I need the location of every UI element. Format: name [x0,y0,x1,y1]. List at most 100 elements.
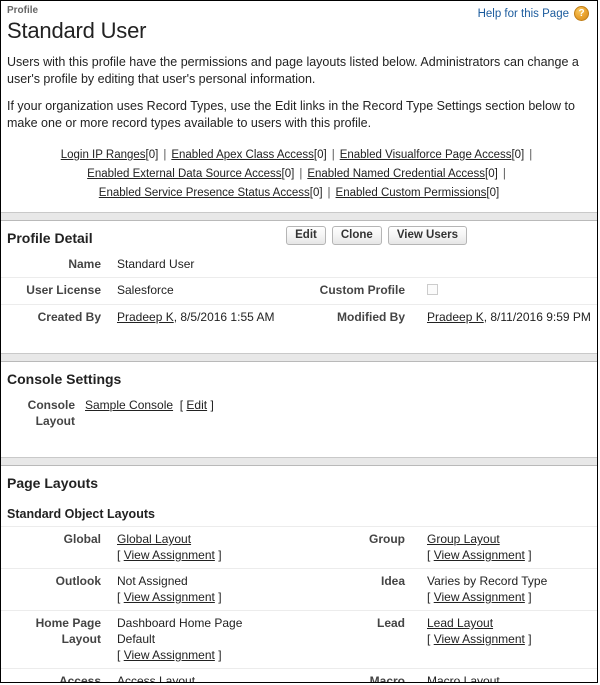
row-label-global: Global [63,532,101,546]
row-value-empty [427,252,597,278]
quick-link-count: [0] [485,168,498,180]
group-layout-link[interactable]: Group Layout [427,532,500,546]
home-page-layout-value-extra: Default [117,632,156,646]
view-assignment-link[interactable]: View Assignment [124,648,215,662]
modified-by-timestamp: , 8/11/2016 9:59 PM [483,310,591,324]
home-page-layout-value: Dashboard Home Page [117,616,243,630]
row-value-global: Global Layout [ View Assignment ] [117,527,307,569]
bracket-close: ] [218,648,222,662]
section-divider [1,457,597,466]
sample-console-link[interactable]: Sample Console [85,398,173,412]
bracket-open: [ [117,548,121,562]
quick-link-enabled-external-data-source-access[interactable]: Enabled External Data Source Access [87,168,281,180]
table-row: Home Page Layout Dashboard Home Page Def… [1,611,597,669]
bracket-open: [ [117,648,121,662]
row-value-access: Access Layout [ View Assignment ] [117,669,307,682]
page-header: Profile Standard User Help for this Page… [1,1,597,44]
bracket-close: ] [528,590,532,604]
quick-link-item: Enabled Named Credential Access[0] [307,168,498,180]
quick-link-separator: | [299,168,303,180]
row-value-lead: Lead Layout [ View Assignment ] [427,611,597,669]
edit-bracket-close: ] [210,398,214,412]
row-label-home-page-layout: Home Page Layout [35,616,101,646]
row-label-created-by: Created By [37,310,101,324]
access-layout-link[interactable]: Access Layout [117,674,195,682]
row-label-group: Group [369,532,405,546]
profile-detail-table: Name Standard User User License Salesfor… [1,252,597,330]
table-row: Outlook Not Assigned [ View Assignment ]… [1,569,597,611]
view-assignment-link[interactable]: View Assignment [434,548,525,562]
bracket-close: ] [528,632,532,646]
quick-link-item: Enabled Service Presence Status Access[0… [99,187,323,199]
console-settings-header: Console Settings [1,362,597,393]
row-value-name: Standard User [117,257,195,271]
profile-page: Profile Standard User Help for this Page… [0,0,598,683]
row-label-modified-by: Modified By [337,310,405,324]
section-divider [1,212,597,221]
console-layout-edit-link[interactable]: Edit [186,398,207,412]
quick-link-count: [0] [281,168,295,180]
lead-layout-link[interactable]: Lead Layout [427,616,493,630]
quick-link-enabled-service-presence-status-access[interactable]: Enabled Service Presence Status Access [99,187,310,199]
quick-link-count: [0] [309,187,323,199]
view-assignment-link[interactable]: View Assignment [124,548,215,562]
row-value-group: Group Layout [ View Assignment ] [427,527,597,569]
modified-by-user-link[interactable]: Pradeep K [427,310,484,324]
row-label-empty [307,252,427,278]
quick-link-item: Login IP Ranges[0] [61,149,159,161]
table-row: User License Salesforce Custom Profile [1,278,597,305]
quick-link-enabled-custom-permissions[interactable]: Enabled Custom Permissions [336,187,487,199]
quick-link-enabled-apex-class-access[interactable]: Enabled Apex Class Access [171,149,314,161]
quick-links: Login IP Ranges[0] | Enabled Apex Class Ac… [1,146,597,203]
intro-text: Users with this profile have the permiss… [1,54,597,132]
profile-detail-title: Profile Detail [7,230,93,246]
macro-layout-link[interactable]: Macro Layout [427,674,500,682]
row-value-macro: Macro Layout [ View Assignment ] [427,669,597,682]
view-users-button[interactable]: View Users [387,226,467,245]
edit-button[interactable]: Edit [286,226,326,245]
view-assignment-link[interactable]: View Assignment [124,590,215,604]
created-by-user-link[interactable]: Pradeep K [117,310,174,324]
bracket-close: ] [528,548,532,562]
bracket-open: [ [427,590,431,604]
console-settings-table: Console Layout Sample Console [ Edit ] [1,393,597,434]
row-value-home-page-layout: Dashboard Home Page Default [ View Assig… [117,611,307,669]
outlook-layout-value: Not Assigned [117,574,188,588]
page-layouts-title: Page Layouts [7,475,99,491]
bracket-open: [ [117,590,121,604]
help-question-icon[interactable]: ? [574,6,589,21]
page-layouts-header: Page Layouts [1,466,597,497]
help-for-this-page-link[interactable]: Help for this Page [478,8,569,20]
custom-profile-checkbox[interactable] [427,284,438,295]
standard-object-layouts-subtitle: Standard Object Layouts [1,497,597,527]
page-title: Standard User [7,18,147,43]
console-settings-title: Console Settings [7,371,122,387]
quick-link-count: [0] [486,187,500,199]
quick-link-item: Enabled External Data Source Access[0] [87,168,294,180]
quick-link-item: Enabled Apex Class Access[0] [171,149,326,161]
quick-link-enabled-visualforce-page-access[interactable]: Enabled Visualforce Page Access [340,149,512,161]
quick-link-separator: | [163,149,167,161]
row-value-outlook: Not Assigned [ View Assignment ] [117,569,307,611]
bracket-close: ] [218,548,222,562]
row-value-created-by: Pradeep K, 8/5/2016 1:55 AM [117,305,307,331]
quick-link-item: Enabled Custom Permissions[0] [336,187,500,199]
quick-link-login-ip-ranges[interactable]: Login IP Ranges [61,149,146,161]
global-layout-link[interactable]: Global Layout [117,532,191,546]
row-label-outlook: Outlook [55,574,101,588]
row-label-custom-profile: Custom Profile [319,283,405,297]
idea-layout-value: Varies by Record Type [427,574,548,588]
row-label-console-layout: Console Layout [27,398,75,428]
page-layouts-table: Global Global Layout [ View Assignment ]… [1,527,597,682]
quick-link-separator: | [529,149,533,161]
clone-button[interactable]: Clone [331,226,382,245]
view-assignment-link[interactable]: View Assignment [434,590,525,604]
intro-paragraph-1: Users with this profile have the permiss… [7,55,579,86]
view-assignment-link[interactable]: View Assignment [434,632,525,646]
row-value-modified-by: Pradeep K, 8/11/2016 9:59 PM [427,305,597,331]
quick-link-separator: | [327,187,331,199]
quick-link-separator: | [331,149,335,161]
quick-link-enabled-named-credential-access[interactable]: Enabled Named Credential Access [307,168,485,180]
